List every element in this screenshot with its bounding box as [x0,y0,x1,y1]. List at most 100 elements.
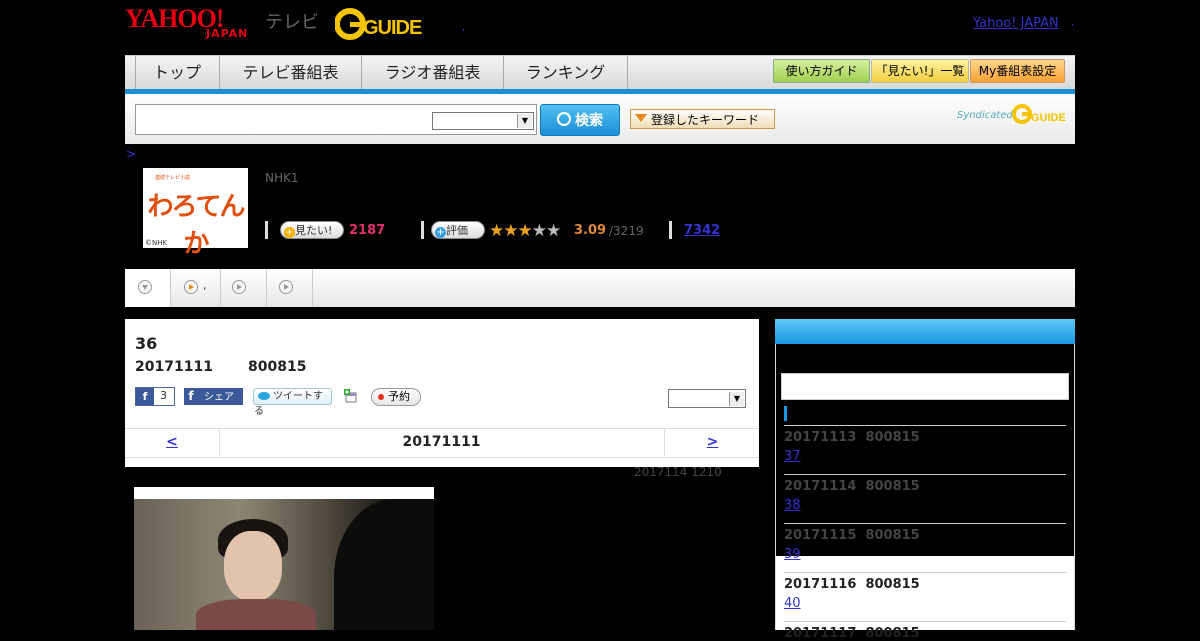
episode-code: 800815 [248,359,307,375]
my-listings-settings-button[interactable]: My番組表設定 [970,59,1065,83]
rate-button[interactable]: +評価 [431,221,485,239]
rating-count: /3219 [609,224,644,238]
episode-number: 36 [135,334,158,353]
divider [784,523,1066,524]
divider [784,425,1066,426]
thumbnail-caption: 連続テレビ小説 [155,175,191,181]
tab-1[interactable] [125,269,171,307]
tab-2-label: , [203,279,207,292]
photo-kimono [196,599,316,630]
star-icon: ★ [546,221,561,241]
nav-item-ranking[interactable]: ランキング [504,56,628,90]
sidebar-panel-lower [775,556,1075,630]
gguide-logo[interactable]: GUIDE [335,8,431,40]
reserve-button[interactable]: 予約 [371,388,421,406]
svg-text:GUIDE: GUIDE [363,17,422,39]
main-nav: トップ テレビ番組表 ラジオ番組表 ランキング 使い方ガイド 「見たい!」一覧 … [125,55,1075,90]
previous-episode-link[interactable]: < [125,428,220,456]
tab-arrow [189,284,194,290]
watchlist-button[interactable]: 「見たい!」一覧 [871,59,969,83]
plus-icon: + [435,227,446,238]
nav-item-radio-listings[interactable]: ラジオ番組表 [362,56,504,90]
sidebar-episode-date: 20171115 800815 [784,528,920,543]
facebook-share-button[interactable]: f シェア [184,388,243,405]
tab-arrow [142,285,148,290]
facebook-like-button[interactable]: f 3 [135,387,175,406]
header-separator: , [462,22,466,33]
sidebar-episode-link[interactable]: 37 [784,449,862,464]
nav-item-top[interactable]: トップ [135,56,220,90]
rate-label: 評価 [446,224,468,237]
photo-foreground-figure [334,499,434,630]
photo-scene [134,499,434,630]
play-icon [279,280,293,294]
tab-4[interactable] [267,269,313,307]
tab-3[interactable] [221,269,267,307]
divider [265,221,268,239]
divider [784,572,1066,573]
registered-keywords-button[interactable]: 登録したキーワード [630,109,775,129]
photo-face [224,531,282,601]
thumbnail-title: わろてんか [147,192,245,259]
sidebar-episode-date: 20171117 800815 [784,626,920,641]
yahoo-japan-logo-text: JAPAN [206,27,249,40]
star-icon: ★ [489,221,504,241]
want-to-watch-button[interactable]: +見たい! [280,221,344,239]
yahoo-japan-link[interactable]: Yahoo! JAPAN [973,16,1059,31]
rating-value: 3.09 [574,223,607,238]
record-icon [378,394,384,400]
star-icon: ★ [531,221,547,241]
tv-label: テレビ [265,12,319,33]
divider [669,221,672,239]
sidebar-section-marker [784,406,787,421]
sidebar-episode-date: 20171114 800815 [784,479,920,494]
nav-item-tv-listings[interactable]: テレビ番組表 [220,56,362,90]
episode-date: 20171111 [135,359,213,375]
header-link-separator: , [1071,17,1075,28]
search-button-label: 検索 [575,113,603,129]
syndicated-label: Syndicated [957,110,1013,121]
episode-select[interactable]: ▼ [668,389,746,408]
facebook-icon: f [188,389,194,403]
chevron-down-icon: ▼ [729,392,744,406]
program-thumbnail: 連続テレビ小説 わろてんか ©NHK [143,168,248,259]
search-category-select[interactable]: ▼ [432,112,534,130]
next-episode-link[interactable]: > [664,428,760,456]
sidebar-search-input[interactable] [781,373,1069,400]
reviews-link[interactable]: 7342 [684,223,720,238]
tab-arrow [284,284,289,290]
sidebar-episode-link[interactable]: 40 [784,596,862,611]
search-icon [557,112,571,126]
tweet-button[interactable]: ツイートする [253,388,332,417]
sidebar-episode-link[interactable]: 39 [784,547,862,562]
search-button[interactable]: 検索 [540,104,620,136]
dropdown-arrow-icon [635,114,647,122]
sidebar-header [775,319,1075,344]
plus-icon: + [284,227,295,238]
reserve-label: 予約 [388,390,410,403]
svg-text:GUIDE: GUIDE [1031,112,1066,124]
chevron-down-icon: ▼ [517,114,532,128]
add-to-calendar-icon[interactable] [344,389,358,403]
sidebar-episode-link[interactable]: 38 [784,498,862,513]
thumbnail-copyright: ©NHK [145,239,168,247]
facebook-icon: f [136,388,154,405]
divider [784,474,1066,475]
chevron-down-icon [138,280,152,294]
sidebar-episode-date: 20171116 800815 [784,577,920,592]
twitter-bird-icon [258,392,270,400]
tab-arrow [237,284,242,290]
rating-stars: ★★★★★ [489,221,561,241]
divider [421,221,424,239]
usage-guide-button[interactable]: 使い方ガイド [773,59,870,83]
tab-2[interactable]: , [171,269,221,307]
episode-photo [134,487,434,630]
breadcrumb[interactable]: > [126,147,136,161]
play-icon [232,280,246,294]
sidebar-episode-date: 20171113 800815 [784,430,920,445]
star-icon: ★ [517,221,533,241]
star-icon: ★ [503,221,518,241]
want-to-watch-count: 2187 [349,223,386,238]
play-icon [184,280,198,294]
facebook-like-count: 3 [160,389,167,402]
